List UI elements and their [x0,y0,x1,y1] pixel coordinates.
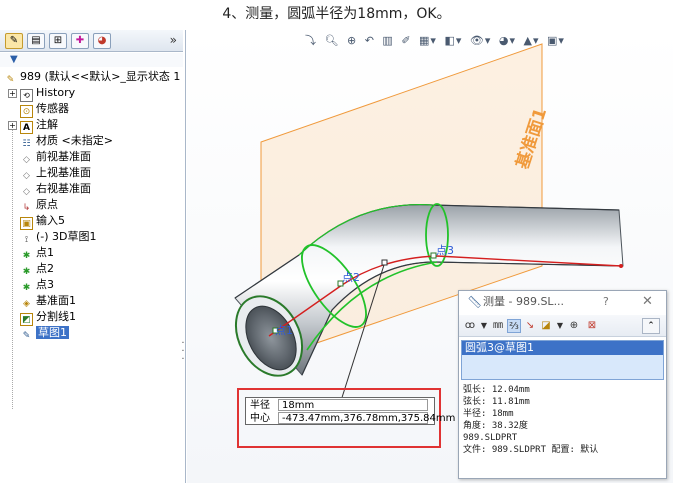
sketch-icon: ✎ [22,331,31,341]
part-icon: ✎ [6,75,15,85]
close-button[interactable]: ✕ [642,291,653,313]
panel-splitter-handle[interactable]: · · · [180,339,186,365]
callout-radius-value: 18mm [278,399,428,411]
expand-history-toggle[interactable]: + [8,89,17,98]
callout-center-value: -473.47mm,376.78mm,375.84mm [278,412,455,424]
measure-dialog-titlebar[interactable]: 📏︎ 测量 - 989.SL... ? ✕ [459,291,666,313]
arc-circle-measure-icon[interactable]: ꝏ [463,319,477,333]
display-manager-icon: ◕ [97,35,107,46]
measure-toolbar: ꝏ ▼ ㎜ ⅔ ↘ ◪ ▼ ⊕ ⊠ ⌃ [459,315,666,337]
tree-guide-line [12,129,13,409]
tree-item-origin[interactable]: ↳ 原点 [20,197,58,213]
point-to-point-icon[interactable]: ↘ [523,319,537,333]
result-radius: 半径: 18mm [463,409,514,419]
manager-tabbar: ✎ ▤ ⊞ ✚ ◕ » [0,30,183,52]
tree-item-sensors[interactable]: ⊙ 传感器 [20,101,69,118]
tree-item-history[interactable]: ⟲ History [20,85,75,102]
callout-center-key: 中心 [250,413,270,424]
more-tabs-button[interactable]: » [170,33,177,47]
collapse-dialog-button[interactable]: ⌃ [642,318,660,334]
feature-manager-panel: ✎ ▤ ⊞ ✚ ◕ » ▼ ✎ 989 (默认<<默认>_显示状态 1 + ⟲ Hi… [0,30,186,483]
dropdown-arrow-icon[interactable]: ▼ [477,319,491,333]
filter-icon[interactable]: ▼ [10,54,18,65]
ruler-icon: 📏︎ [467,295,483,309]
callout-center-row: 中心 -473.47mm,376.78mm,375.84mm [250,412,455,425]
tree-item-split-line1[interactable]: ◩ 分割线1 [20,309,76,326]
tree-item-point3[interactable]: ✱ 点3 [20,277,54,293]
callout-radius-key: 半径 [250,400,270,411]
tree-item-plane1[interactable]: ◈ 基准面1 [20,293,76,309]
centerline-end-point[interactable] [619,264,623,268]
sketch-point-1-label: 点1 [275,324,293,337]
arc-midpoint-handle[interactable] [381,259,388,266]
sketch-point-3-label: 点3 [436,244,454,257]
help-button[interactable]: ? [603,291,609,313]
caption-text: 4、测量，圆弧半径为18mm，OK。 [222,6,451,22]
configuration-manager-tab[interactable]: ⊞ [49,33,67,49]
tree-item-material[interactable]: ☷ 材质 <未指定> [20,133,112,149]
measure-dialog: 📏︎ 测量 - 989.SL... ? ✕ ꝏ ▼ ㎜ ⅔ ↘ ◪ ▼ ⊕ ⊠ … [458,290,667,479]
measure-dialog-title: 测量 - 989.SL... [483,295,565,308]
tree-item-root-part[interactable]: ✎ 989 (默认<<默认>_显示状态 1 [4,69,181,85]
tree-item-point1[interactable]: ✱ 点1 [20,245,54,261]
measurement-results: 弧长: 12.04mm 弦长: 11.81mm 半径: 18mm 角度: 38.… [463,384,663,456]
tree-item-point2[interactable]: ✱ 点2 [20,261,54,277]
feature-manager-tab[interactable]: ✎ [5,33,23,49]
expand-annotations-toggle[interactable]: + [8,121,17,130]
dimxpert-tab[interactable]: ✚ [71,33,89,49]
projection-dropdown-icon[interactable]: ▼ [553,319,567,333]
dimxpert-icon: ✚ [75,35,85,46]
projection-icon[interactable]: ◪ [539,319,553,333]
create-sensor-icon[interactable]: ⊠ [585,319,599,333]
tree-item-right-plane[interactable]: ◇ 右视基准面 [20,181,91,197]
selection-list[interactable]: 圆弧3@草图1 [461,340,664,380]
property-manager-tab[interactable]: ▤ [27,33,45,49]
result-chord-length: 弦长: 11.81mm [463,397,530,407]
tree-item-import5[interactable]: ▣ 输入5 [20,213,65,230]
display-manager-tab[interactable]: ◕ [93,33,111,49]
tree-item-annotations[interactable]: A 注解 [20,117,58,134]
result-file-config: 文件: 989.SLDPRT 配置: 默认 [463,445,599,455]
tree-item-sketch1[interactable]: ✎ 草图1 [20,325,69,341]
sketch-point-2-label: 点2 [342,271,360,284]
result-angle: 角度: 38.32度 [463,421,528,431]
tree-item-top-plane[interactable]: ◇ 上视基准面 [20,165,91,181]
property-manager-icon: ▤ [31,35,41,46]
configuration-manager-icon: ⊞ [53,35,63,46]
tree-filter-bar[interactable]: ▼ [0,53,183,67]
tree-item-3d-sketch1[interactable]: ⟟ (-) 3D草图1 [20,229,97,245]
xyz-measure-icon[interactable]: ⅔ [507,319,521,333]
measurement-callout: 半径 18mm 中心 -473.47mm,376.78mm,375.84mm [245,397,455,425]
selection-list-item[interactable]: 圆弧3@草图1 [462,341,663,355]
result-part-name: 989.SLDPRT [463,433,518,443]
result-arc-length: 弧长: 12.04mm [463,385,530,395]
tree-item-front-plane[interactable]: ◇ 前视基准面 [20,149,91,165]
units-precision-icon[interactable]: ㎜ [491,319,505,333]
callout-radius-row: 半径 18mm [250,399,428,412]
feature-manager-icon: ✎ [9,35,19,46]
measurement-history-icon[interactable]: ⊕ [567,319,581,333]
